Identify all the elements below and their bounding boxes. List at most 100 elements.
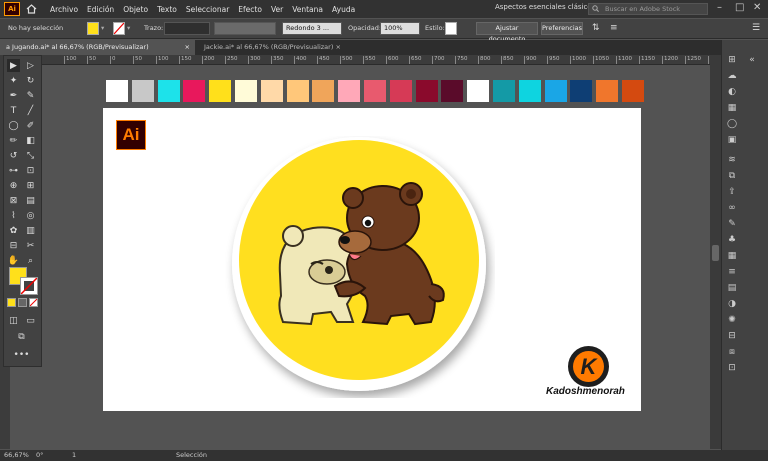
magic-wand-tool-icon[interactable]: ✦ [7,74,20,87]
sun-icon[interactable]: ✺ [726,314,738,326]
gradient-panel-icon[interactable]: ▤ [726,282,738,294]
style-swatch[interactable] [445,22,457,35]
close-tab-icon[interactable]: × [336,40,341,55]
palette-swatch[interactable] [209,80,232,102]
graphic-styles-icon[interactable]: ▣ [726,134,738,146]
align-panel-icon[interactable]: ⊟ [726,330,738,342]
menu-edicion[interactable]: Edición [87,5,114,14]
zoom-level[interactable]: 66,67% [4,450,29,461]
type-tool-icon[interactable]: T [7,104,20,117]
menu-seleccionar[interactable]: Seleccionar [186,5,229,14]
palette-swatch[interactable] [544,80,567,102]
fill-swatch[interactable] [87,22,99,35]
vertical-scrollbar[interactable] [710,55,721,449]
ellipse-tool-icon[interactable]: ◯ [7,119,20,132]
palette-swatch[interactable] [183,80,206,102]
screen-mode-icon[interactable]: ▭ [24,314,37,327]
scale-tool-icon[interactable]: ⤡ [24,149,37,162]
menu-texto[interactable]: Texto [157,5,177,14]
pen-tool-icon[interactable]: ✒ [7,89,20,102]
none-mode-icon[interactable] [29,298,38,307]
minimize-icon[interactable]: – [717,2,722,13]
perspective-grid-tool-icon[interactable]: ⊞ [24,179,37,192]
panel-menu-icon[interactable]: ☰ [752,23,760,34]
palette-swatch[interactable] [415,80,438,102]
swatches-panel-icon[interactable]: ▦ [726,250,738,262]
tab-jugando[interactable]: a Jugando.ai* al 66,67% (RGB/Previsualiz… [0,40,195,55]
color-panel-icon[interactable]: ◐ [726,86,738,98]
palette-swatch[interactable] [596,80,619,102]
lasso-tool-icon[interactable]: ↻ [24,74,37,87]
appearance-panel-icon[interactable]: ◯ [726,118,738,130]
rotate-tool-icon[interactable]: ↺ [7,149,20,162]
pathfinder-panel-icon[interactable]: ⧈ [726,346,738,358]
paintbrush-tool-icon[interactable]: ✐ [24,119,37,132]
symbols-panel-icon[interactable]: ♣ [726,234,738,246]
palette-swatch[interactable] [286,80,309,102]
curvature-tool-icon[interactable]: ✎ [24,89,37,102]
align-document-button[interactable]: Ajustar documento [476,22,538,43]
palette-swatch[interactable] [570,80,593,102]
gradient-mode-icon[interactable] [18,298,27,307]
blend-tool-icon[interactable]: ◎ [24,209,37,222]
close-icon[interactable]: ✕ [753,2,761,13]
arrange-icon[interactable]: ⇅ [592,23,600,34]
kadosh-logo[interactable]: K [568,346,609,387]
stroke-weight-field[interactable] [164,22,210,35]
brand-name[interactable]: Kadoshmenorah [546,386,646,397]
draw-mode-icon[interactable]: ◫ [7,314,20,327]
menu-ayuda[interactable]: Ayuda [332,5,355,14]
palette-swatch[interactable] [235,80,257,102]
chevron-down-icon[interactable]: ▾ [101,23,104,34]
chevron-left-icon[interactable]: « [746,54,758,66]
variable-width-profile[interactable] [214,22,276,35]
palette-swatch[interactable] [364,80,386,102]
rotation-angle[interactable]: 0° [36,450,43,461]
artboard-tool-icon[interactable]: ⊟ [7,239,20,252]
selection-tool-icon[interactable]: ▶ [7,59,20,72]
brush-dropdown[interactable]: Redondo 3 ... [282,22,342,35]
direct-selection-tool-icon[interactable]: ▷ [24,59,37,72]
stroke-panel-icon[interactable]: ≡ [726,266,738,278]
column-graph-tool-icon[interactable]: ▥ [24,224,37,237]
color-guide-icon[interactable]: ▦ [726,102,738,114]
transform-panel-icon[interactable]: ⊡ [726,362,738,374]
close-tab-icon[interactable]: × [185,40,190,55]
palette-swatch[interactable] [518,80,541,102]
menu-objeto[interactable]: Objeto [123,5,148,14]
ai-badge[interactable]: Ai [116,120,146,150]
palette-swatch[interactable] [622,80,644,102]
shaper-tool-icon[interactable]: ✏ [7,134,20,147]
shape-builder-tool-icon[interactable]: ⊕ [7,179,20,192]
menu-ventana[interactable]: Ventana [292,5,323,14]
palette-swatch[interactable] [467,80,490,102]
slice-tool-icon[interactable]: ✂ [24,239,37,252]
palette-swatch[interactable] [260,80,283,102]
home-icon[interactable] [24,2,38,16]
palette-swatch[interactable] [338,80,361,102]
align-icon[interactable]: ≡ [610,23,618,34]
zoom-tool-icon[interactable]: ⌕ [24,254,37,267]
preferences-button[interactable]: Preferencias [541,22,583,35]
free-transform-tool-icon[interactable]: ⊡ [24,164,37,177]
maximize-icon[interactable]: □ [735,2,744,13]
palette-swatch[interactable] [441,80,464,102]
libraries-panel-icon[interactable]: ☁ [726,70,738,82]
artboard-number[interactable]: 1 [72,450,76,461]
asset-export-icon[interactable]: ⇪ [726,186,738,198]
chevron-down-icon[interactable]: ▾ [127,23,130,34]
palette-swatch[interactable] [389,80,412,102]
properties-panel-icon[interactable]: ⊞ [726,54,738,66]
more-tools-icon[interactable]: ••• [14,348,30,361]
brushes-panel-icon[interactable]: ✎ [726,218,738,230]
transparency-panel-icon[interactable]: ◑ [726,298,738,310]
links-panel-icon[interactable]: ∞ [726,202,738,214]
palette-swatch[interactable] [131,80,154,102]
menu-efecto[interactable]: Efecto [238,5,262,14]
tab-jackie[interactable]: Jackie.ai* al 66,67% (RGB/Previsualizar)… [198,40,346,55]
gradient-tool-icon[interactable]: ▤ [24,194,37,207]
palette-swatch[interactable] [312,80,335,102]
eraser-tool-icon[interactable]: ◧ [24,134,37,147]
stock-search-input[interactable]: Buscar en Adobe Stock [588,3,708,15]
color-mode-icon[interactable] [7,298,16,307]
